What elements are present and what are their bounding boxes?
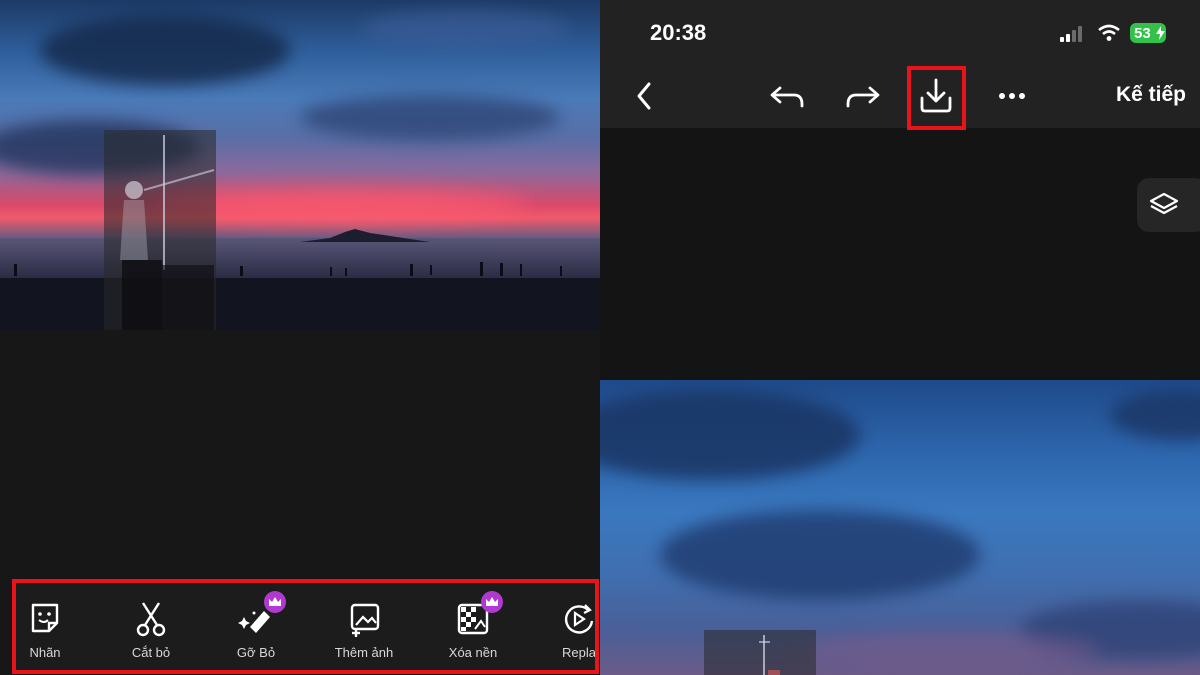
sky-photo[interactable]	[600, 380, 1200, 675]
redo-icon	[846, 86, 880, 108]
back-button[interactable]	[622, 70, 666, 122]
bottom-tool-bar: Nhãn Cắt bỏ Gỡ Bỏ Thêm ảnh Xóa nền Repla	[12, 579, 599, 674]
tool-remove-background[interactable]: Xóa nền	[428, 591, 518, 663]
layers-icon	[1149, 192, 1179, 215]
beach-people-silhouettes	[14, 262, 562, 276]
scissors-icon	[131, 599, 171, 639]
layers-button[interactable]	[1137, 178, 1200, 232]
tool-label: Nhãn	[29, 645, 61, 660]
undo-icon	[770, 86, 804, 108]
download-icon	[920, 78, 952, 113]
eraser-magic-icon	[236, 591, 286, 639]
undo-button[interactable]	[766, 70, 810, 122]
battery-indicator: 53	[1130, 23, 1166, 43]
download-button-highlight[interactable]	[907, 66, 966, 130]
cloud-shape	[800, 630, 1100, 670]
tool-label: Thêm ảnh	[334, 645, 394, 660]
cloud-shape	[360, 10, 570, 50]
tool-label: Xóa nền	[448, 645, 498, 660]
overlay-image-layer[interactable]	[704, 630, 816, 675]
cloud-shape	[300, 95, 560, 140]
cloud-shape	[600, 390, 860, 480]
premium-crown-icon	[264, 591, 286, 613]
beach-sand	[0, 278, 600, 330]
premium-crown-icon	[481, 591, 503, 613]
add-image-icon	[344, 599, 384, 639]
next-button[interactable]: Kế tiếp	[1116, 83, 1186, 107]
charging-bolt-icon	[1156, 26, 1165, 40]
replace-icon	[559, 599, 595, 639]
sticker-icon	[25, 599, 65, 639]
pole-silhouette	[759, 635, 780, 675]
tool-replace[interactable]: Repla	[534, 599, 596, 663]
cellular-signal-icon	[1060, 26, 1082, 42]
overlay-image-layer[interactable]	[104, 130, 216, 330]
redo-button[interactable]	[840, 70, 884, 122]
tool-sticker[interactable]: Nhãn	[16, 599, 90, 663]
tool-label: Cắt bỏ	[131, 645, 171, 660]
tool-label: Gỡ Bỏ	[236, 645, 276, 660]
left-editor-screen: Nhãn Cắt bỏ Gỡ Bỏ Thêm ảnh Xóa nền Repla	[0, 0, 600, 675]
battery-level: 53	[1134, 25, 1151, 42]
chevron-left-icon	[637, 82, 651, 110]
top-navigation-bar: 20:38 53 Kế tiếp	[600, 0, 1200, 130]
cloud-shape	[1110, 390, 1200, 440]
figure-silhouette	[120, 135, 215, 330]
more-options-button[interactable]	[990, 70, 1034, 122]
wifi-icon	[1098, 24, 1120, 41]
island-silhouette	[300, 229, 430, 242]
tool-add-image[interactable]: Thêm ảnh	[319, 599, 409, 663]
remove-background-icon	[453, 591, 503, 639]
cloud-shape	[660, 510, 980, 600]
more-horizontal-icon	[999, 93, 1025, 99]
tool-cut[interactable]: Cắt bỏ	[106, 599, 196, 663]
cloud-shape	[40, 15, 290, 85]
tool-label: Repla	[562, 645, 596, 660]
tool-remove-object[interactable]: Gỡ Bỏ	[211, 591, 301, 663]
right-editor-screen: 20:38 53 Kế tiếp	[600, 0, 1200, 675]
sunset-beach-photo[interactable]	[0, 0, 600, 330]
status-time: 20:38	[650, 20, 707, 45]
